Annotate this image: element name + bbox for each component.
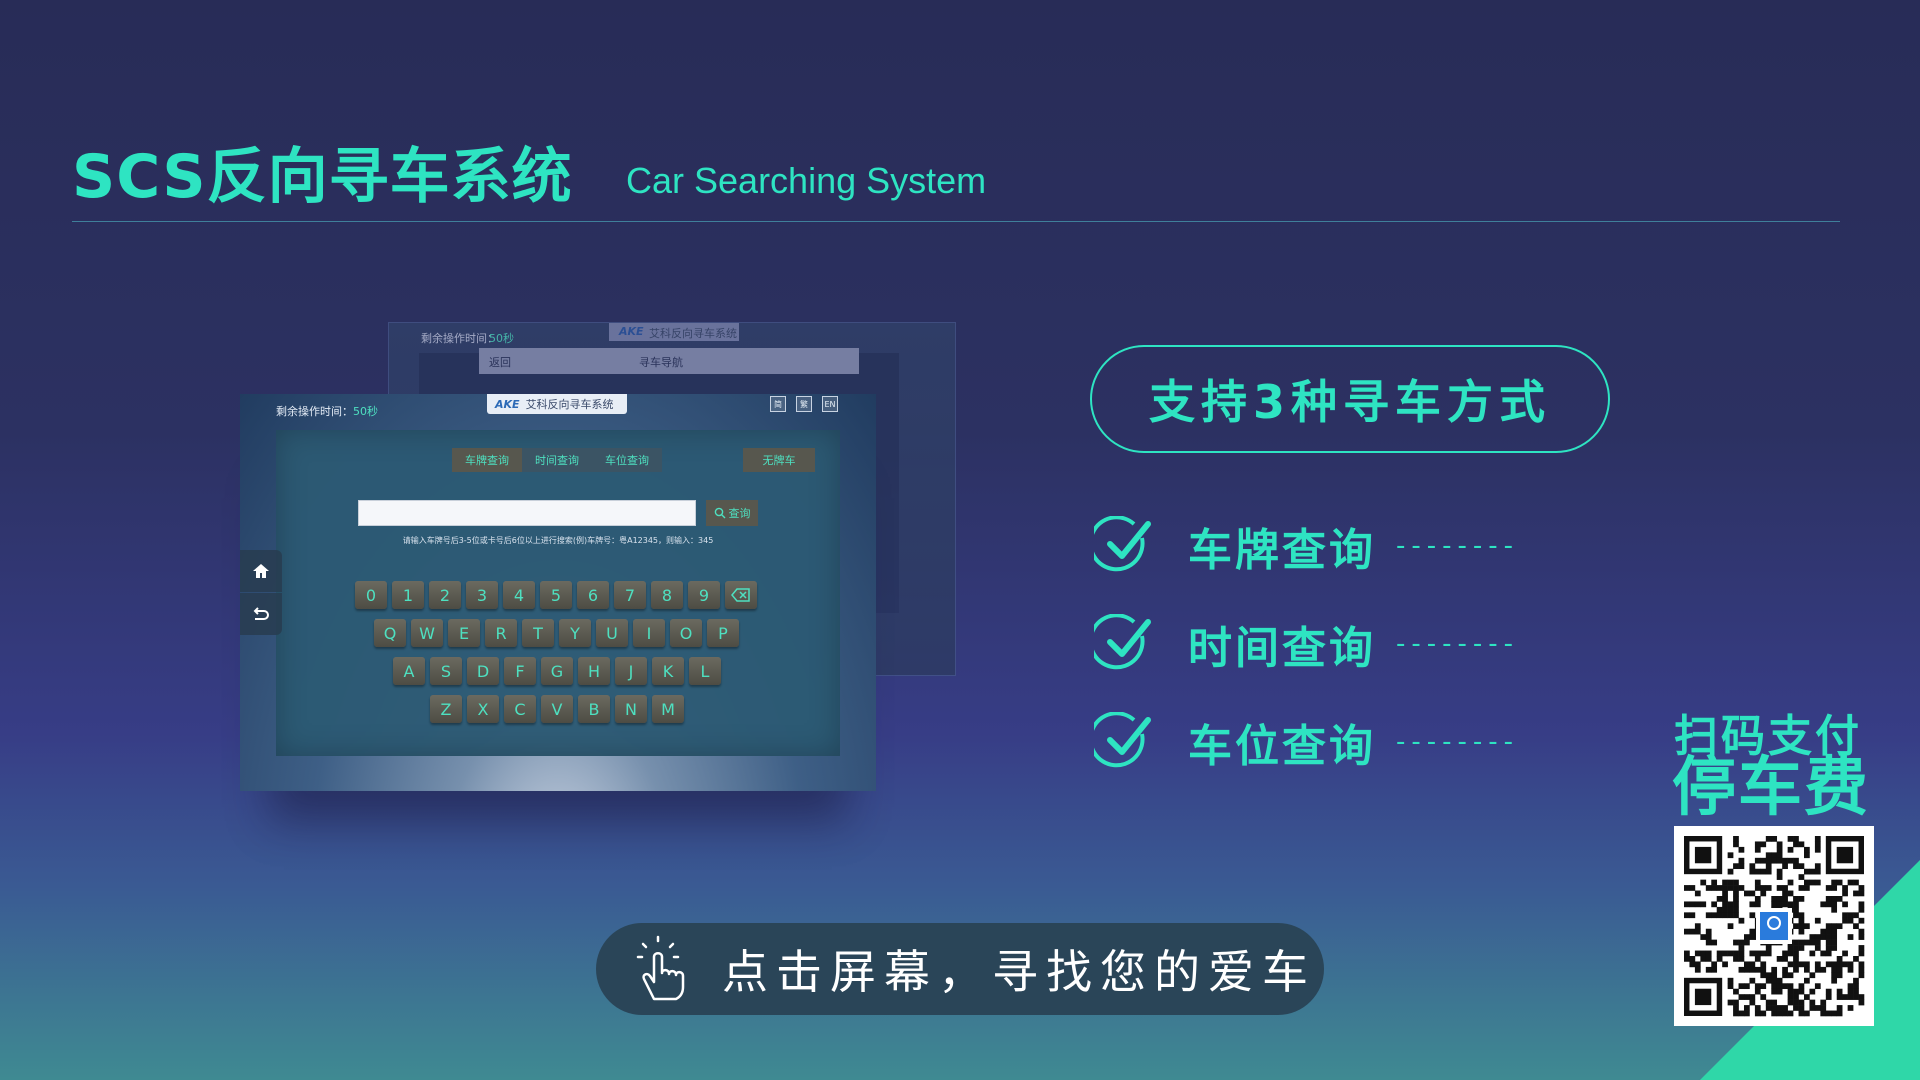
- keyboard-row-zxcv: Z X C V B N M: [430, 695, 684, 723]
- key-3[interactable]: 3: [466, 581, 498, 609]
- lang-english-button[interactable]: EN: [822, 396, 838, 412]
- key-z[interactable]: Z: [430, 695, 462, 723]
- brand-name: 艾科反向寻车系统: [525, 398, 614, 411]
- return-icon: [253, 607, 269, 620]
- key-d[interactable]: D: [467, 657, 499, 685]
- lang-traditional-button[interactable]: 繁: [796, 396, 812, 412]
- timer-label: 剩余操作时间：: [276, 405, 353, 418]
- page-subtitle: Car Searching System: [626, 160, 987, 201]
- search-button-label: 查询: [728, 507, 751, 520]
- key-j[interactable]: J: [615, 657, 647, 685]
- key-g[interactable]: G: [541, 657, 573, 685]
- key-a[interactable]: A: [393, 657, 425, 685]
- key-q[interactable]: Q: [374, 619, 406, 647]
- key-i[interactable]: I: [633, 619, 665, 647]
- key-b[interactable]: B: [578, 695, 610, 723]
- feature-label: 时间查询: [1188, 623, 1376, 674]
- qr-code-icon: [1684, 836, 1865, 1017]
- feature-label: 车位查询: [1188, 721, 1376, 772]
- keyboard-row-digits: 0 1 2 3 4 5 6 7 8 9: [355, 581, 757, 609]
- key-l[interactable]: L: [689, 657, 721, 685]
- feature-dash: --------: [1396, 531, 1520, 561]
- key-n[interactable]: N: [615, 695, 647, 723]
- tab-plate-search[interactable]: 车牌查询: [452, 448, 522, 472]
- search-icon: [714, 507, 725, 519]
- plate-search-input[interactable]: [358, 500, 696, 526]
- key-8[interactable]: 8: [651, 581, 683, 609]
- search-button[interactable]: 查询: [706, 500, 758, 526]
- key-7[interactable]: 7: [614, 581, 646, 609]
- back-brand-logo: AKE: [619, 325, 644, 338]
- check-circle-icon: [1094, 712, 1151, 768]
- tab-space-search[interactable]: 车位查询: [592, 448, 662, 472]
- brand-badge: AKE 艾科反向寻车系统: [487, 394, 627, 414]
- keyboard-row-qwerty: Q W E R T Y U I O P: [374, 619, 739, 647]
- key-5[interactable]: 5: [540, 581, 572, 609]
- feature-headline: 支持3种寻车方式: [1090, 345, 1610, 453]
- timer: 剩余操作时间：50秒: [276, 403, 378, 419]
- lang-simplified-button[interactable]: 简: [770, 396, 786, 412]
- key-t[interactable]: T: [522, 619, 554, 647]
- key-h[interactable]: H: [578, 657, 610, 685]
- search-tabs: 车牌查询 时间查询 车位查询: [452, 448, 662, 472]
- key-r[interactable]: R: [485, 619, 517, 647]
- backspace-key[interactable]: [725, 581, 757, 609]
- check-circle-icon: [1094, 614, 1151, 670]
- back-brand-badge: AKE 艾科反向寻车系统: [609, 323, 739, 341]
- keyboard-row-asdf: A S D F G H J K L: [393, 657, 721, 685]
- back-brand-name: 艾科反向寻车系统: [649, 327, 737, 340]
- tab-time-search[interactable]: 时间查询: [522, 448, 592, 472]
- key-6[interactable]: 6: [577, 581, 609, 609]
- home-icon: [253, 564, 269, 578]
- back-label: 返回: [489, 356, 511, 369]
- return-button[interactable]: [240, 593, 282, 635]
- key-e[interactable]: E: [448, 619, 480, 647]
- key-2[interactable]: 2: [429, 581, 461, 609]
- payment-title-line2: 停车费: [1672, 751, 1870, 825]
- key-u[interactable]: U: [596, 619, 628, 647]
- header-divider: [72, 221, 1840, 222]
- tap-screen-button[interactable]: 点击屏幕，寻找您的爱车: [596, 923, 1324, 1015]
- page-title: SCS反向寻车系统: [72, 142, 573, 212]
- key-1[interactable]: 1: [392, 581, 424, 609]
- key-v[interactable]: V: [541, 695, 573, 723]
- key-s[interactable]: S: [430, 657, 462, 685]
- search-hint: 请输入车牌号后3-5位或卡号后6位以上进行搜索(例)车牌号：粤A12345，则输…: [402, 536, 714, 545]
- check-circle-icon: [1094, 516, 1151, 572]
- feature-dash: --------: [1396, 727, 1520, 757]
- payment-qr-code[interactable]: [1674, 826, 1874, 1026]
- tap-hand-icon: [636, 935, 685, 1001]
- feature-item-space: 车位查询 --------: [1094, 712, 1519, 772]
- key-o[interactable]: O: [670, 619, 702, 647]
- key-4[interactable]: 4: [503, 581, 535, 609]
- key-x[interactable]: X: [467, 695, 499, 723]
- key-p[interactable]: P: [707, 619, 739, 647]
- key-c[interactable]: C: [504, 695, 536, 723]
- brand-logo: AKE: [495, 397, 520, 411]
- backspace-icon: [731, 588, 750, 602]
- key-y[interactable]: Y: [559, 619, 591, 647]
- feature-label: 车牌查询: [1188, 525, 1376, 576]
- cta-label: 点击屏幕，寻找您的爱车: [722, 945, 1316, 999]
- feature-item-time: 时间查询 --------: [1094, 614, 1519, 674]
- feature-dash: --------: [1396, 629, 1520, 659]
- nav-title: 寻车导航: [639, 356, 683, 369]
- key-k[interactable]: K: [652, 657, 684, 685]
- back-timer-label: 剩余操作时间：: [421, 332, 498, 345]
- timer-value: 50秒: [353, 405, 378, 418]
- no-plate-button[interactable]: 无牌车: [743, 448, 815, 472]
- back-nav-bar: 返回 寻车导航: [479, 348, 859, 374]
- feature-item-plate: 车牌查询 --------: [1094, 516, 1519, 576]
- key-9[interactable]: 9: [688, 581, 720, 609]
- key-f[interactable]: F: [504, 657, 536, 685]
- home-button[interactable]: [240, 550, 282, 592]
- key-0[interactable]: 0: [355, 581, 387, 609]
- key-w[interactable]: W: [411, 619, 443, 647]
- back-timer-value: 50秒: [489, 332, 514, 345]
- key-m[interactable]: M: [652, 695, 684, 723]
